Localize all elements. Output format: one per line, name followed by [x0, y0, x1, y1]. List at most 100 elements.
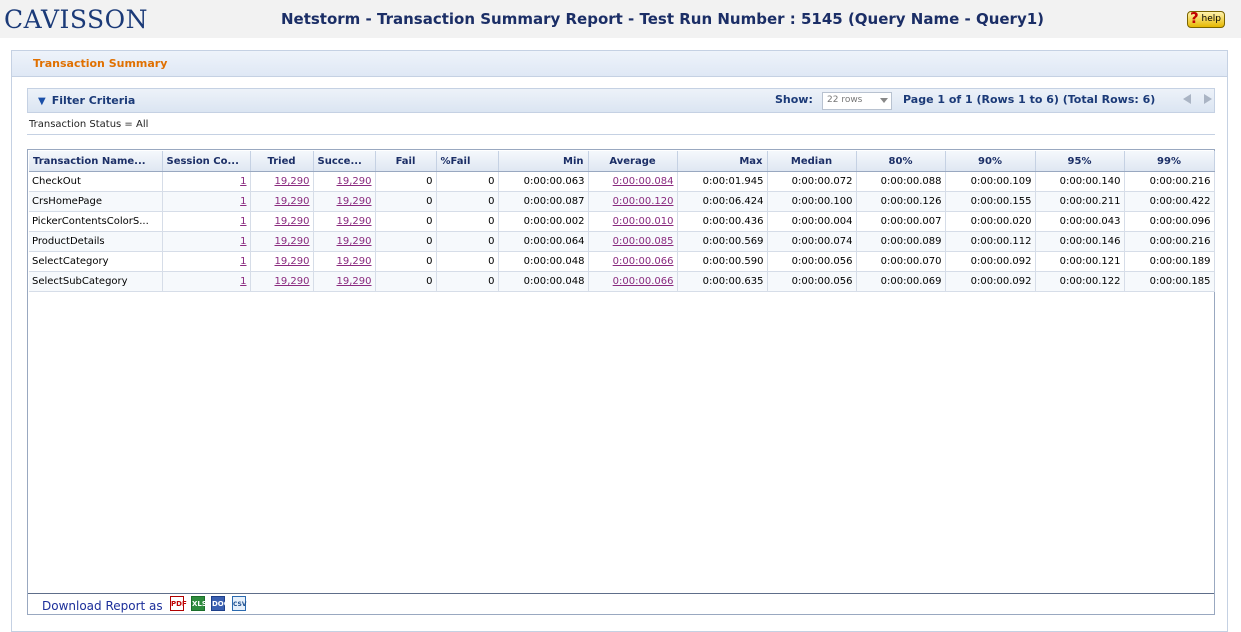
column-header-min[interactable]: Min — [498, 151, 589, 172]
success-link[interactable]: 19,290 — [337, 216, 372, 227]
average-link[interactable]: 0:00:00.066 — [613, 256, 674, 267]
column-header-transaction-name[interactable]: Transaction Name... — [29, 151, 163, 172]
column-header-session-count[interactable]: Session Co... — [162, 151, 251, 172]
cell-p80: 0:00:00.007 — [856, 211, 946, 232]
column-header-median[interactable]: Median — [767, 151, 857, 172]
column-header-fail[interactable]: Fail — [375, 151, 437, 172]
filter-criteria-label: Filter Criteria — [51, 94, 136, 107]
cell-session-count: 1 — [162, 251, 251, 272]
cell-fail: 0 — [375, 251, 437, 272]
cell-p80: 0:00:00.088 — [856, 171, 946, 192]
download-report-label: Download Report as — [42, 599, 163, 613]
column-header-95-percentile[interactable]: 95% — [1035, 151, 1125, 172]
session-count-link[interactable]: 1 — [240, 236, 246, 247]
average-link[interactable]: 0:00:00.085 — [613, 236, 674, 247]
tried-link[interactable]: 19,290 — [275, 216, 310, 227]
pdf-export-icon[interactable]: PDF — [170, 596, 187, 611]
session-count-link[interactable]: 1 — [240, 256, 246, 267]
help-button[interactable]: ? help — [1187, 9, 1225, 28]
table-body: CheckOut 1 19,290 19,290 0 0 0:00:00.063 0:00:0… — [29, 171, 1215, 292]
chevron-down-icon — [880, 98, 888, 103]
cell-p90: 0:00:00.020 — [945, 211, 1036, 232]
table-row[interactable]: SelectCategory 1 19,290 19,290 0 0 0:00:00.048… — [29, 251, 1215, 272]
cell-average: 0:00:00.084 — [588, 171, 678, 192]
table-row[interactable]: ProductDetails 1 19,290 19,290 0 0 0:00:00.064… — [29, 231, 1215, 252]
pagination-info: Page 1 of 1 (Rows 1 to 6) (Total Rows: 6… — [903, 93, 1156, 106]
cell-min: 0:00:00.063 — [498, 171, 589, 192]
cell-percent-fail: 0 — [436, 231, 499, 252]
cell-success: 19,290 — [313, 231, 376, 252]
column-header-max[interactable]: Max — [677, 151, 768, 172]
csv-export-icon[interactable]: CSV — [232, 596, 246, 611]
cell-percent-fail: 0 — [436, 191, 499, 212]
average-link[interactable]: 0:00:00.120 — [613, 196, 674, 207]
excel-export-icon[interactable]: XLS — [191, 596, 207, 611]
cell-p95: 0:00:00.146 — [1035, 231, 1125, 252]
filter-bar: ▼ Filter Criteria Show: 22 rows Page 1 of… — [27, 88, 1215, 113]
logo-text: CAVISSON — [4, 5, 149, 34]
rows-per-page-select[interactable]: 22 rows — [822, 92, 892, 110]
cell-max: 0:00:01.945 — [677, 171, 768, 192]
column-header-99-percentile[interactable]: 99% — [1124, 151, 1215, 172]
cell-p99: 0:00:00.096 — [1124, 211, 1215, 232]
cell-transaction-name: PickerContentsColorS... — [29, 211, 163, 232]
cell-p99: 0:00:00.422 — [1124, 191, 1215, 212]
session-count-link[interactable]: 1 — [240, 216, 246, 227]
word-export-icon[interactable]: DOC — [211, 596, 229, 611]
cell-p80: 0:00:00.126 — [856, 191, 946, 212]
cell-min: 0:00:00.087 — [498, 191, 589, 212]
cell-tried: 19,290 — [250, 171, 314, 192]
panel-title: Transaction Summary — [33, 57, 168, 70]
cell-average: 0:00:00.010 — [588, 211, 678, 232]
column-header-tried[interactable]: Tried — [250, 151, 314, 172]
cell-max: 0:00:00.590 — [677, 251, 768, 272]
next-page-icon[interactable] — [1204, 94, 1212, 104]
cell-min: 0:00:00.048 — [498, 271, 589, 292]
column-header-80-percentile[interactable]: 80% — [856, 151, 946, 172]
column-header-percent-fail[interactable]: %Fail — [436, 151, 499, 172]
help-label: help — [1201, 14, 1221, 24]
cavisson-logo: CAVISSON — [4, 2, 148, 36]
tried-link[interactable]: 19,290 — [275, 256, 310, 267]
table-row[interactable]: PickerContentsColorS... 1 19,290 19,290 0 0 0:… — [29, 211, 1215, 232]
cell-average: 0:00:00.085 — [588, 231, 678, 252]
cell-p90: 0:00:00.155 — [945, 191, 1036, 212]
tried-link[interactable]: 19,290 — [275, 196, 310, 207]
tried-link[interactable]: 19,290 — [275, 176, 310, 187]
table-header-row: Transaction Name... Session Co... Tried … — [29, 151, 1215, 172]
average-link[interactable]: 0:00:00.010 — [613, 216, 674, 227]
cell-median: 0:00:00.074 — [767, 231, 857, 252]
table-row[interactable]: CrsHomePage 1 19,290 19,290 0 0 0:00:00.087 0:0… — [29, 191, 1215, 212]
average-link[interactable]: 0:00:00.084 — [613, 176, 674, 187]
column-header-90-percentile[interactable]: 90% — [945, 151, 1036, 172]
average-link[interactable]: 0:00:00.066 — [613, 276, 674, 287]
cell-transaction-name: CheckOut — [29, 171, 163, 192]
previous-page-icon[interactable] — [1183, 94, 1191, 104]
column-header-success[interactable]: Succe... — [313, 151, 376, 172]
cell-session-count: 1 — [162, 211, 251, 232]
filter-criteria-toggle[interactable]: ▼ Filter Criteria — [38, 94, 135, 107]
success-link[interactable]: 19,290 — [337, 196, 372, 207]
cell-max: 0:00:00.569 — [677, 231, 768, 252]
success-link[interactable]: 19,290 — [337, 276, 372, 287]
success-link[interactable]: 19,290 — [337, 176, 372, 187]
session-count-link[interactable]: 1 — [240, 196, 246, 207]
session-count-link[interactable]: 1 — [240, 276, 246, 287]
cell-tried: 19,290 — [250, 231, 314, 252]
success-link[interactable]: 19,290 — [337, 236, 372, 247]
success-link[interactable]: 19,290 — [337, 256, 372, 267]
cell-max: 0:00:00.635 — [677, 271, 768, 292]
table-row[interactable]: SelectSubCategory 1 19,290 19,290 0 0 0:00:00.… — [29, 271, 1215, 292]
column-header-average[interactable]: Average — [588, 151, 678, 172]
cell-p90: 0:00:00.109 — [945, 171, 1036, 192]
tried-link[interactable]: 19,290 — [275, 236, 310, 247]
cell-fail: 0 — [375, 171, 437, 192]
cell-transaction-name: CrsHomePage — [29, 191, 163, 212]
cell-median: 0:00:00.004 — [767, 211, 857, 232]
cell-session-count: 1 — [162, 271, 251, 292]
session-count-link[interactable]: 1 — [240, 176, 246, 187]
tried-link[interactable]: 19,290 — [275, 276, 310, 287]
divider — [28, 593, 1214, 594]
cell-fail: 0 — [375, 211, 437, 232]
table-row[interactable]: CheckOut 1 19,290 19,290 0 0 0:00:00.063 0:00:0… — [29, 171, 1215, 192]
